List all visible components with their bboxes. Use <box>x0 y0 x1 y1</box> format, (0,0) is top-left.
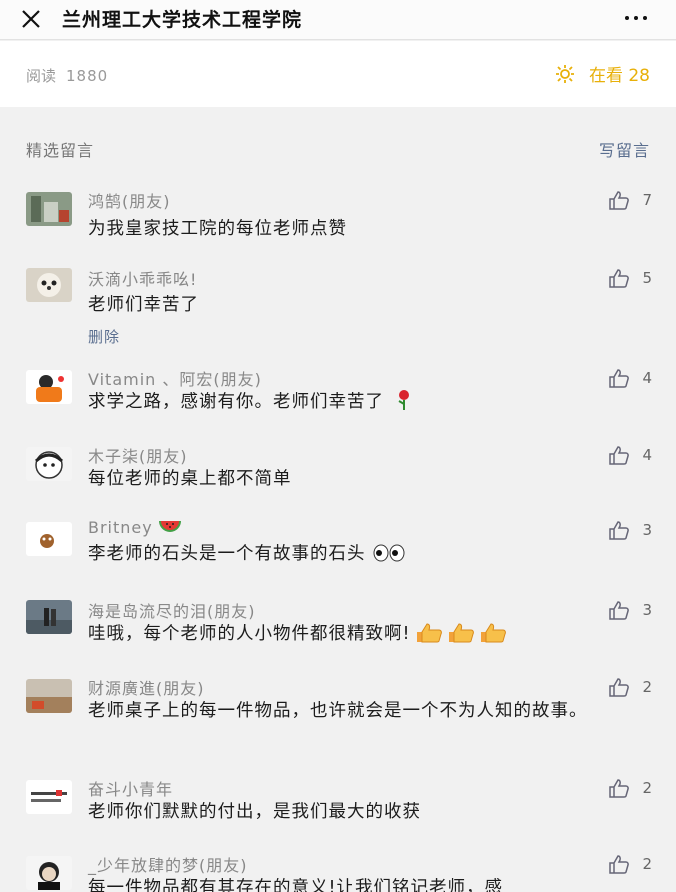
like-count: 2 <box>642 855 652 873</box>
thumbs-up-emoji-icon <box>416 623 442 643</box>
like-count: 2 <box>642 678 652 696</box>
comments-header: 精选留言 写留言 <box>0 125 676 165</box>
more-dot-icon <box>643 16 647 20</box>
comment-nickname: Vitamin 、阿宏(朋友) <box>88 370 262 389</box>
page-title: 兰州理工大学技术工程学院 <box>62 9 303 31</box>
comment-text: 每一件物品都有其存在的意义!让我们铭记老师，感 <box>88 878 504 892</box>
looking-label: 在看 <box>588 66 623 86</box>
comment-nickname: _少年放肆的梦(朋友) <box>88 856 248 875</box>
comment-text: 哇哦，每个老师的人小物件都很精致啊! <box>88 620 648 649</box>
comment-text: 李老师的石头是一个有故事的石头 <box>88 540 648 569</box>
thumbs-up-icon <box>609 678 630 697</box>
more-dot-icon <box>625 16 629 20</box>
read-number: 1880 <box>66 67 109 85</box>
comment-text: 老师你们默默的付出，是我们最大的收获 <box>88 802 421 822</box>
looking-count: 28 <box>628 66 650 86</box>
avatar[interactable] <box>26 192 72 226</box>
avatar[interactable] <box>26 268 72 302</box>
like-button[interactable]: 5 <box>608 268 652 288</box>
comment-nickname-text: Britney <box>88 518 153 537</box>
thumbs-up-icon <box>609 855 630 874</box>
more-options-button[interactable] <box>618 4 654 32</box>
close-button[interactable] <box>18 6 44 32</box>
like-button[interactable]: 2 <box>608 778 652 798</box>
thumbs-up-emoji-icon <box>480 623 506 643</box>
stats-bar: 阅读 1880 在看 28 <box>0 41 676 107</box>
like-count: 3 <box>642 601 652 619</box>
avatar[interactable] <box>26 370 72 404</box>
looking-button[interactable]: 在看 28 <box>553 61 650 86</box>
comment-text: 求学之路，感谢有你。老师们幸苦了 <box>88 388 648 417</box>
thumbs-up-emoji-icon <box>448 623 474 643</box>
thumbs-up-icon <box>609 521 630 540</box>
comment-nickname: 海是岛流尽的泪(朋友) <box>88 602 256 621</box>
selected-comments-label: 精选留言 <box>26 141 95 160</box>
like-button[interactable]: 4 <box>608 445 652 465</box>
avatar[interactable] <box>26 856 72 890</box>
read-label: 阅读 <box>26 67 57 85</box>
avatar[interactable] <box>26 600 72 634</box>
comment-text: 老师桌子上的每一件物品，也许就会是一个不为人知的故事。 <box>88 701 588 721</box>
avatar[interactable] <box>26 447 72 481</box>
read-count: 阅读 1880 <box>26 65 108 86</box>
comment-nickname: 木子柒(朋友) <box>88 447 188 466</box>
like-button[interactable]: 2 <box>608 854 652 874</box>
close-icon <box>22 10 40 28</box>
comment-nickname: 奋斗小青年 <box>88 780 174 799</box>
like-count: 2 <box>642 779 652 797</box>
comment-text: 每位老师的桌上都不简单 <box>88 469 292 489</box>
avatar[interactable] <box>26 780 72 814</box>
like-button[interactable]: 7 <box>608 190 652 210</box>
comment-nickname: 沃滴小乖乖吆! <box>88 270 198 289</box>
avatar[interactable] <box>26 679 72 713</box>
comment-text: 为我皇家技工院的每位老师点赞 <box>88 219 347 239</box>
title-bar: 兰州理工大学技术工程学院 <box>0 0 676 40</box>
thumbs-up-icon <box>609 269 630 288</box>
thumbs-up-icon <box>609 191 630 210</box>
looking-icon <box>555 64 574 83</box>
like-count: 5 <box>642 269 652 287</box>
eyes-icon <box>373 544 405 562</box>
like-count: 3 <box>642 521 652 539</box>
thumbs-up-icon <box>609 446 630 465</box>
thumbs-up-icon <box>609 779 630 798</box>
like-button[interactable]: 3 <box>608 520 652 540</box>
thumbs-up-icon <box>609 601 630 620</box>
comment-text-body: 李老师的石头是一个有故事的石头 <box>88 544 366 564</box>
thumbs-up-icon <box>609 369 630 388</box>
more-dot-icon <box>634 16 638 20</box>
like-button[interactable]: 4 <box>608 368 652 388</box>
like-count: 4 <box>642 446 652 464</box>
rose-icon <box>398 390 409 410</box>
watermelon-icon <box>158 520 181 532</box>
delete-link[interactable]: 删除 <box>88 326 120 347</box>
comment-nickname: 鸿鹄(朋友) <box>88 192 171 211</box>
comment-text: 老师们幸苦了 <box>88 295 199 315</box>
comment-text-body: 求学之路，感谢有你。老师们幸苦了 <box>88 392 384 412</box>
avatar[interactable] <box>26 522 72 556</box>
comment-nickname: Britney <box>88 518 181 537</box>
comment-text-body: 哇哦，每个老师的人小物件都很精致啊! <box>88 624 411 644</box>
comment-nickname: 财源廣進(朋友) <box>88 679 205 698</box>
like-button[interactable]: 3 <box>608 600 652 620</box>
like-button[interactable]: 2 <box>608 677 652 697</box>
write-comment-link[interactable]: 写留言 <box>599 137 650 161</box>
like-count: 4 <box>642 369 652 387</box>
like-count: 7 <box>642 191 652 209</box>
